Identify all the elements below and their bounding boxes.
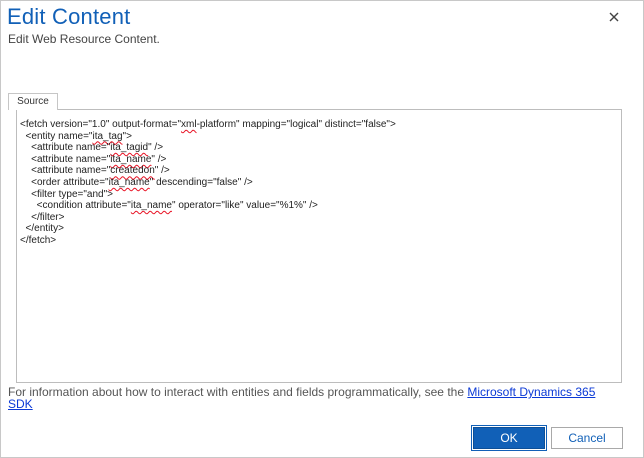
dialog-title: Edit Content (7, 4, 131, 29)
sdk-info-label: For information about how to interact wi… (8, 385, 468, 399)
code-line: <filter type="and"> (20, 188, 113, 200)
close-icon-glyph (609, 12, 619, 22)
tab-source[interactable]: Source (8, 93, 58, 110)
ok-button[interactable]: OK (471, 425, 547, 451)
code-line: <attribute name="ita_name" /> (20, 153, 167, 165)
code-line: <fetch version="1.0" output-format="xml-… (20, 119, 396, 130)
code-line: <order attribute="ita_name" descending="… (20, 176, 253, 188)
source-code[interactable]: <fetch version="1.0" output-format="xml-… (17, 110, 621, 247)
code-line: <attribute name="ita_tagid" /> (20, 142, 164, 154)
source-editor[interactable]: <fetch version="1.0" output-format="xml-… (16, 109, 622, 383)
close-icon[interactable] (606, 9, 622, 25)
code-line: <condition attribute="ita_name" operator… (20, 200, 318, 212)
code-line: </entity> (20, 223, 64, 235)
cancel-button[interactable]: Cancel (551, 427, 623, 449)
code-line: <attribute name="createdon" /> (20, 165, 170, 177)
dialog-subtitle: Edit Web Resource Content. (8, 32, 160, 46)
code-line: </fetch> (20, 234, 57, 246)
code-line: <entity name="ita_tag"> (20, 130, 132, 142)
sdk-info-text: For information about how to interact wi… (8, 386, 618, 410)
code-line: </filter> (20, 211, 65, 223)
